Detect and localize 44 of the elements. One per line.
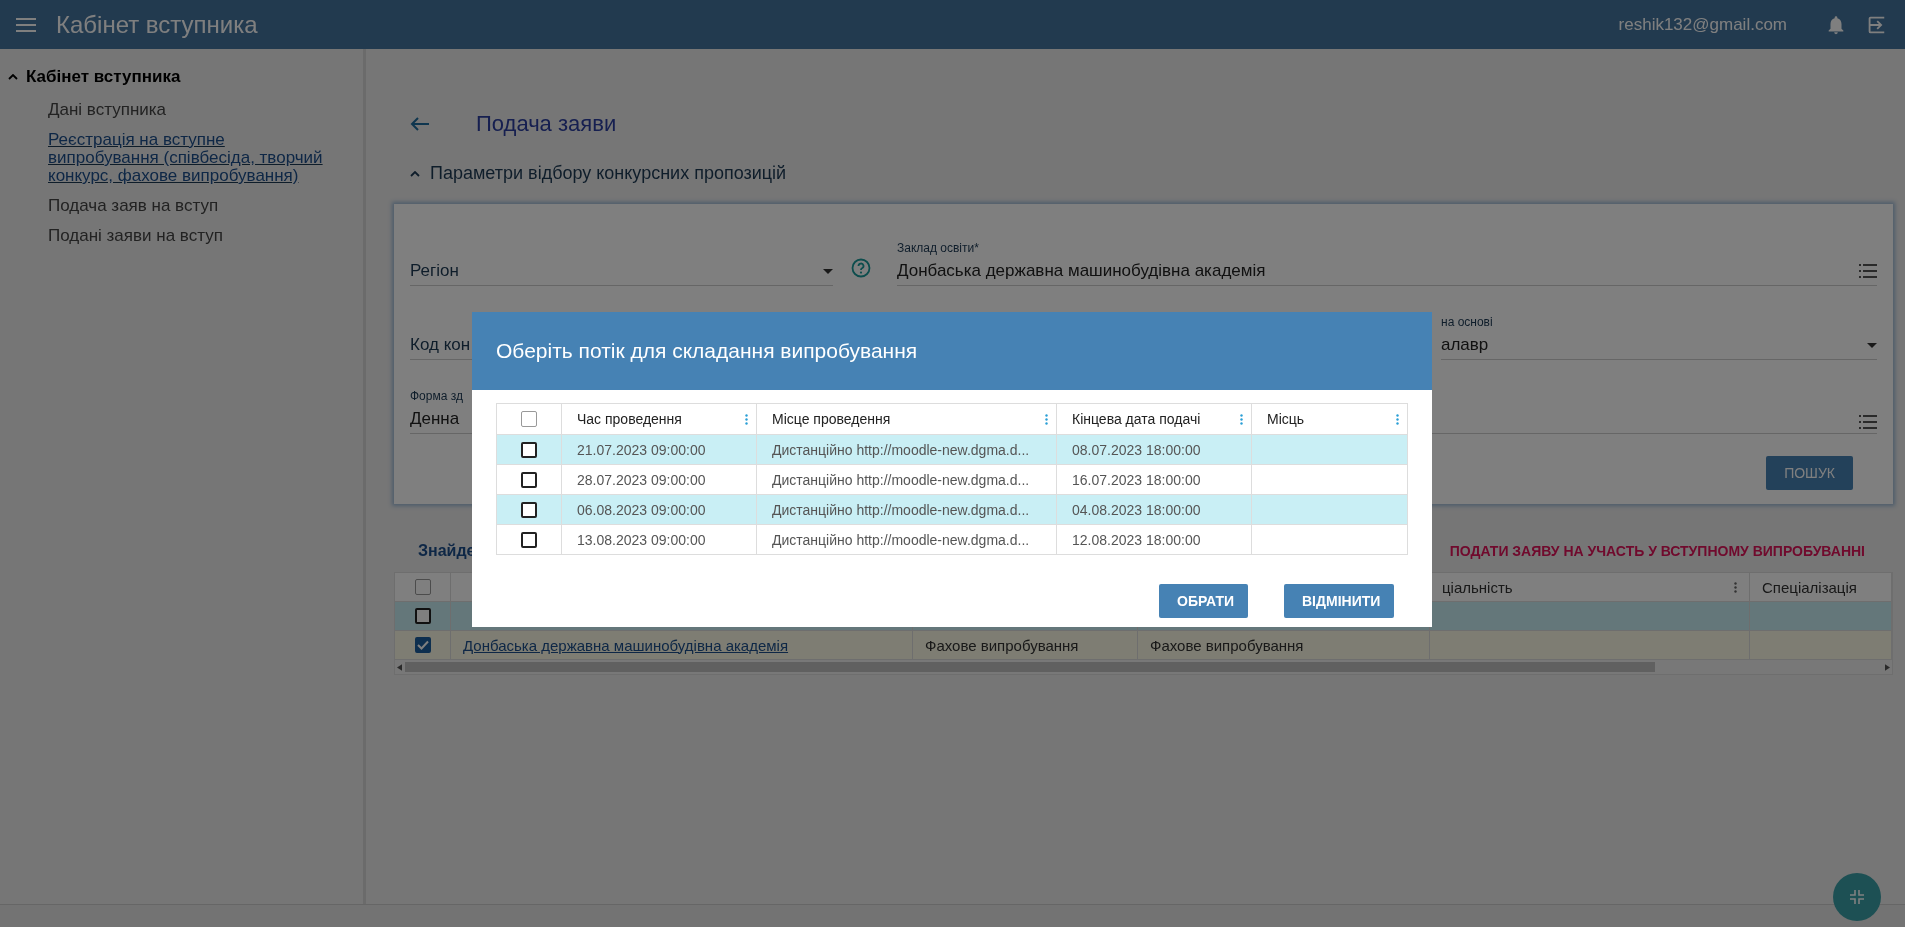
dialog-button[interactable]: ОБРАТИ (1159, 584, 1248, 618)
column-header: ціальність (1442, 578, 1513, 596)
form-field[interactable]: на основі алавр (1441, 315, 1877, 360)
found-label: Знайде (418, 542, 476, 560)
column-header: Спеціалізація (1762, 578, 1857, 596)
dialog-button[interactable]: ВІДМІНИТИ (1284, 584, 1394, 618)
table-row[interactable]: 13.08.2023 09:00:00 Дистанційно http://moodle-new.dgma.d... 12.08.2023 18:00:00 (497, 524, 1407, 554)
institution-link[interactable]: Донбаська державна машинобудівна академія (463, 636, 789, 654)
table-row[interactable]: 21.07.2023 09:00:00 Дистанційно http://moodle-new.dgma.d... 08.07.2023 18:00:00 (497, 434, 1407, 464)
sidebar-item[interactable]: Подача заяв на вступ (8, 191, 363, 221)
table-cell: Дистанційно http://moodle-new.dgma.d... (772, 501, 1030, 518)
group-label: Кабінет вступника (26, 67, 181, 87)
table-cell: 12.08.2023 18:00:00 (1072, 531, 1201, 548)
column-header: Час проведення (577, 411, 682, 427)
table-cell: Фахове випробування (925, 636, 1079, 654)
table-cell: 08.07.2023 18:00:00 (1072, 441, 1201, 458)
page-title: Подача заяви (476, 111, 617, 137)
table-cell: 06.08.2023 09:00:00 (577, 501, 706, 518)
column-header: Місце проведення (772, 411, 891, 427)
sidebar-item[interactable]: Подані заяви на вступ (8, 221, 363, 251)
dialog-title: Оберіть потік для складання випробування (496, 339, 918, 363)
sidebar-group[interactable]: Кабінет вступника (8, 63, 363, 95)
table-row[interactable]: Донбаська державна машинобудівна академія Фахове випробування Фахове випробування (395, 631, 1892, 660)
sidebar-item[interactable]: Дані вступника (8, 95, 363, 125)
column-header: Кінцева дата подачі (1072, 411, 1201, 427)
table-cell: Дистанційно http://moodle-new.dgma.d... (772, 471, 1030, 488)
table-cell: 16.07.2023 18:00:00 (1072, 471, 1201, 488)
table-row[interactable]: 06.08.2023 09:00:00 Дистанційно http://moodle-new.dgma.d... 04.08.2023 18:00:00 (497, 494, 1407, 524)
table-cell: 28.07.2023 09:00:00 (577, 471, 706, 488)
form-field[interactable]: Заклад освіти* Донбаська державна машинобудівна академія (897, 241, 1877, 286)
search-button[interactable]: ПОШУК (1766, 456, 1853, 490)
table-cell: 13.08.2023 09:00:00 (577, 531, 706, 548)
table-cell: 21.07.2023 09:00:00 (577, 441, 706, 458)
user-email: reshik132@gmail.com (1618, 14, 1787, 35)
table-cell: Дистанційно http://moodle-new.dgma.d... (772, 531, 1030, 548)
app-title: Кабінет вступника (56, 10, 258, 39)
form-field[interactable]: Регіон (410, 261, 833, 286)
sidebar-item[interactable]: Реєстрація на вступне випробування (співбесіда, творчий конкурс, фахове випробування) (8, 125, 363, 191)
column-header: Місць (1267, 411, 1305, 427)
apply-link[interactable]: ПОДАТИ ЗАЯВУ НА УЧАСТЬ У ВСТУПНОМУ ВИПРОБУВАННІ (1449, 543, 1865, 559)
table-cell: 04.08.2023 18:00:00 (1072, 501, 1201, 518)
table-cell: Фахове випробування (1150, 636, 1304, 654)
section-toggle[interactable]: Параметри відбору конкурсних пропозицій (410, 163, 1893, 184)
table-cell: Дистанційно http://moodle-new.dgma.d... (772, 441, 1030, 458)
